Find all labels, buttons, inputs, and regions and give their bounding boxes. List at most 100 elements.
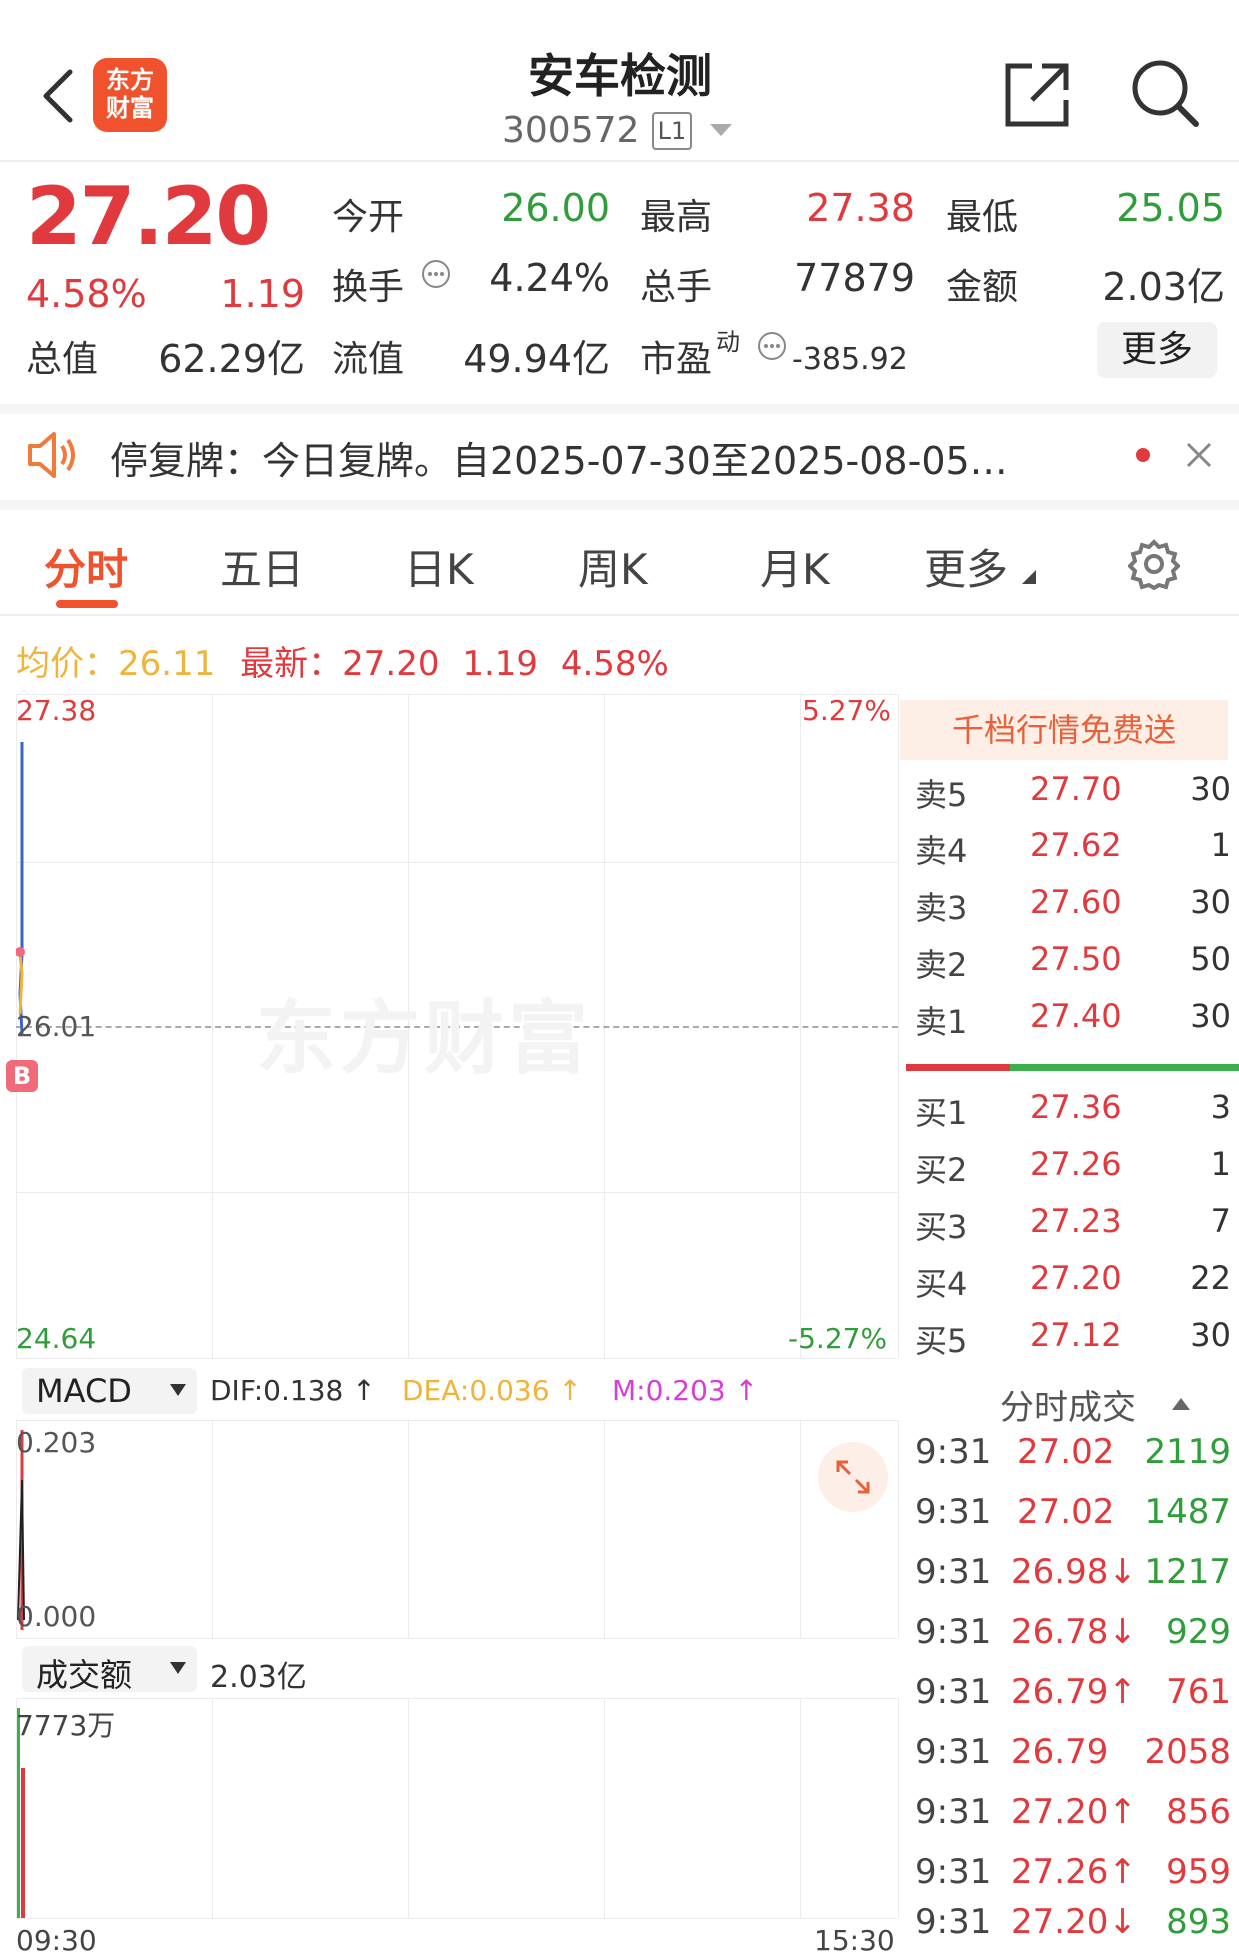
mktcap-value: 62.29亿 <box>158 337 305 381</box>
price-axis-mid: 26.01 <box>16 1010 97 1043</box>
trade-row: 9:31 27.20↑ 856 <box>915 1792 1231 1832</box>
amount-value: 2.03亿 <box>1102 265 1225 309</box>
trade-row: 9:31 27.02 2119 <box>915 1432 1231 1472</box>
tab-more[interactable]: 更多 <box>924 536 1008 597</box>
trade-row: 9:31 26.98↓ 1217 <box>915 1552 1231 1592</box>
time-end: 15:30 <box>814 1924 895 1957</box>
turnover-label: 换手 <box>332 267 405 308</box>
expand-icon <box>836 1460 870 1494</box>
avg-label: 均价： <box>16 644 118 684</box>
bid-row: 买1 27.36 3 <box>915 1088 1231 1132</box>
mktcap-label: 总值 <box>26 339 99 380</box>
float-value: 49.94亿 <box>463 337 610 381</box>
top-nav-bar: 东方 财富 安车检测 300572 L1 <box>0 0 1239 160</box>
close-icon[interactable] <box>1184 440 1214 470</box>
ask-row: 卖4 27.62 1 <box>915 826 1231 870</box>
macd-chart[interactable] <box>16 1420 899 1639</box>
bid-strength-bar <box>1010 1064 1239 1071</box>
macd-axis-min: 0.000 <box>16 1600 97 1633</box>
more-button[interactable]: 更多 <box>1097 322 1217 378</box>
price-axis-min: 24.64 <box>16 1322 97 1355</box>
volume-selector[interactable]: 成交额 <box>22 1646 197 1694</box>
info-dots-icon[interactable] <box>420 258 452 290</box>
bid-row: 买3 27.23 7 <box>915 1202 1231 1246</box>
avg-value: 26.11 <box>118 644 216 684</box>
last-price: 27.20 <box>26 170 271 263</box>
intraday-info-bar: 均价：26.11 最新：27.20 1.19 4.58% <box>16 636 669 685</box>
search-icon[interactable] <box>1130 58 1200 130</box>
low-value: 25.05 <box>1116 186 1225 230</box>
stock-code: 300572 <box>502 110 640 151</box>
high-label: 最高 <box>640 197 713 238</box>
trade-row: 9:31 27.02 1487 <box>915 1492 1231 1532</box>
ask-row: 卖2 27.50 50 <box>915 940 1231 984</box>
bid-row: 买2 27.26 1 <box>915 1145 1231 1189</box>
high-value: 27.38 <box>806 186 915 230</box>
info-dots-icon[interactable] <box>756 330 788 362</box>
volume-total: 2.03亿 <box>210 1660 307 1695</box>
page-title: 安车检测 <box>528 49 712 103</box>
bid-row: 买5 27.12 30 <box>915 1316 1231 1360</box>
tab-five-day[interactable]: 五日 <box>220 536 304 597</box>
ask-row: 卖1 27.40 30 <box>915 997 1231 1041</box>
pct-axis-max: 5.27% <box>802 694 891 727</box>
trade-row: 9:31 27.26↑ 959 <box>915 1852 1231 1892</box>
level-badge: L1 <box>652 112 692 150</box>
dropdown-triangle-icon[interactable] <box>708 122 734 138</box>
watermark: 东方财富 <box>256 992 592 1085</box>
trade-row: 9:31 26.78↓ 929 <box>915 1612 1231 1652</box>
latest-value: 27.20 <box>342 644 440 684</box>
ask-row: 卖3 27.60 30 <box>915 883 1231 927</box>
price-axis-max: 27.38 <box>16 694 97 727</box>
tab-daily-k[interactable]: 日K <box>404 536 474 597</box>
latest-change: 1.19 <box>462 644 539 684</box>
back-arrow-icon[interactable] <box>38 68 78 124</box>
trade-row: 9:31 26.79 2058 <box>915 1732 1231 1772</box>
volume-value: 77879 <box>794 256 915 300</box>
volume-label: 总手 <box>640 267 713 308</box>
buy-marker[interactable]: B <box>6 1060 38 1092</box>
macd-dea: DEA:0.036 ↑ <box>402 1374 582 1407</box>
expand-button[interactable] <box>818 1442 888 1512</box>
settings-gear-icon[interactable] <box>1128 538 1180 590</box>
promo-banner[interactable]: 千档行情免费送 <box>900 700 1228 760</box>
ask-row: 卖5 27.70 30 <box>915 770 1231 814</box>
tab-intraday[interactable]: 分时 <box>44 536 128 597</box>
turnover-value: 4.24% <box>489 256 610 300</box>
unread-dot <box>1136 448 1150 462</box>
tab-weekly-k[interactable]: 周K <box>578 536 648 597</box>
bid-row: 买4 27.20 22 <box>915 1259 1231 1303</box>
macd-m: M:0.203 ↑ <box>612 1374 759 1407</box>
pe-value: -385.92 <box>792 342 908 377</box>
pct-axis-min: -5.27% <box>788 1322 888 1355</box>
open-value: 26.00 <box>501 186 610 230</box>
change-percent: 4.58% <box>26 272 147 316</box>
brand-logo: 东方 财富 <box>93 58 167 132</box>
latest-label: 最新： <box>240 644 343 684</box>
amount-label: 金额 <box>946 267 1019 308</box>
speaker-icon <box>28 432 75 478</box>
active-tab-indicator <box>56 600 118 608</box>
collapse-triangle-icon[interactable] <box>1172 1398 1190 1410</box>
corner-triangle-icon <box>1022 570 1036 584</box>
low-label: 最低 <box>946 197 1019 238</box>
pe-label: 市盈 <box>640 339 713 380</box>
volume-axis-max: 7773万 <box>16 1709 116 1742</box>
dropdown-triangle-icon <box>170 1662 186 1674</box>
ask-strength-bar <box>906 1064 1010 1071</box>
trade-row: 9:31 26.79↑ 761 <box>915 1672 1231 1712</box>
price-chart[interactable]: 东方财富 <box>16 694 899 1359</box>
macd-axis-max: 0.203 <box>16 1426 97 1459</box>
float-label: 流值 <box>332 339 405 380</box>
time-start: 09:30 <box>16 1924 97 1957</box>
share-icon[interactable] <box>1002 60 1072 130</box>
change-value: 1.19 <box>220 272 305 316</box>
trades-title[interactable]: 分时成交 <box>1000 1380 1136 1429</box>
macd-selector[interactable]: MACD <box>22 1368 197 1414</box>
trade-row: 9:31 27.20↓ 893 <box>915 1902 1231 1942</box>
notice-text[interactable]: 停复牌：今日复牌。自2025-07-30至2025-08-05… <box>110 430 1090 485</box>
pe-superscript: 动 <box>716 328 740 356</box>
tab-monthly-k[interactable]: 月K <box>760 536 830 597</box>
volume-chart[interactable] <box>16 1698 899 1919</box>
macd-dif: DIF:0.138 ↑ <box>210 1374 376 1407</box>
